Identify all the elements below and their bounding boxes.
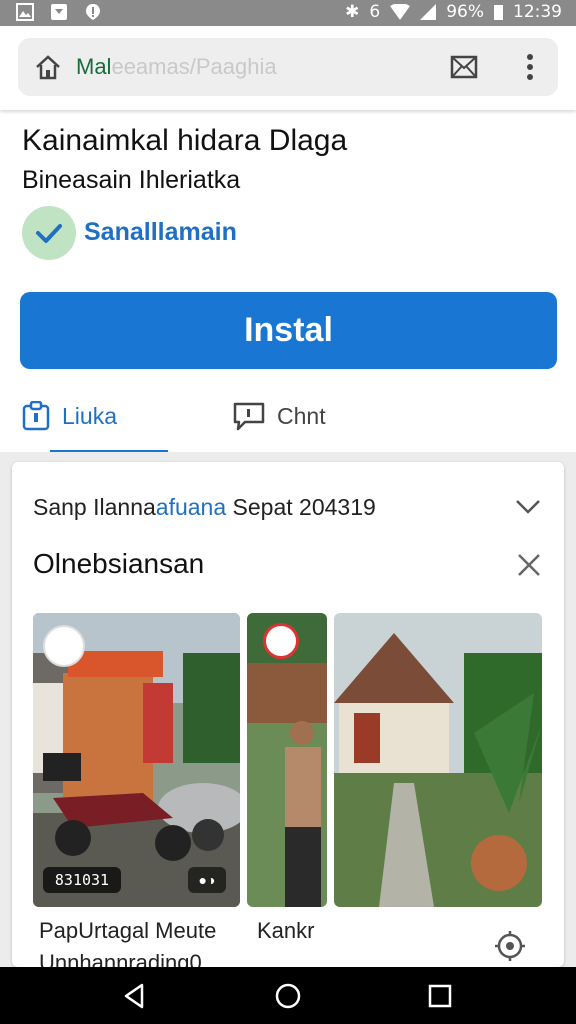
signal-icon <box>420 4 437 20</box>
close-icon[interactable] <box>516 552 542 578</box>
image-notification-icon <box>16 3 34 21</box>
wifi-icon <box>390 4 411 20</box>
photo-street-motorcycle[interactable]: 831031 ●◑ <box>33 613 240 907</box>
photo-house-image <box>334 613 542 907</box>
url-domain: Mal <box>76 54 112 79</box>
card-heading: Olnebsiansan <box>33 548 205 579</box>
alert-notification-icon <box>86 4 100 20</box>
chevron-down-icon[interactable] <box>514 496 542 516</box>
vibrate-icon: 6 <box>369 2 381 22</box>
battery-text: 96% <box>446 2 484 22</box>
tab-details[interactable]: Liuka <box>22 396 117 436</box>
recents-icon[interactable] <box>425 981 455 1011</box>
checkmark-icon <box>36 224 62 243</box>
message-notification-icon <box>51 4 67 20</box>
url-text[interactable]: Maleeamas/Paaghia <box>76 54 277 80</box>
date-suffix: Sepat 204319 <box>226 494 376 520</box>
photo-house-garden[interactable] <box>334 613 542 907</box>
app-title: Kainaimkal hidara Dlaga <box>22 124 348 157</box>
camera-icon: ●◑ <box>188 867 226 893</box>
photo-caption-1: PapUrtagal Meute <box>39 918 217 943</box>
clock: 12:39 <box>513 2 562 22</box>
install-button[interactable]: Instal <box>20 292 557 369</box>
browser-toolbar: Maleeamas/Paaghia <box>0 26 576 110</box>
url-path: eeamas/Paaghia <box>111 54 277 79</box>
date-prefix: Sanp Ilanna <box>33 494 156 520</box>
tab-chat[interactable]: Chnt <box>233 396 326 436</box>
app-developer: Bineasain Ihleriatka <box>22 166 241 194</box>
back-icon[interactable] <box>120 981 150 1011</box>
verified-label: Sanalllamain <box>84 218 237 246</box>
date-highlight: afuana <box>155 494 227 520</box>
info-card: Sanp Ilannaafuana Sepat 204319 Olnebsian… <box>12 462 564 967</box>
tabs-icon[interactable] <box>450 54 478 80</box>
no-entry-sign-icon <box>263 623 299 659</box>
user-avatar <box>43 625 85 667</box>
verified-badge <box>22 206 76 260</box>
home-icon[interactable] <box>34 54 62 80</box>
url-bar[interactable]: Maleeamas/Paaghia <box>18 38 558 96</box>
tab-chat-label: Chnt <box>277 402 326 429</box>
status-bar: ✱ 6 96% 12:39 <box>0 0 576 26</box>
photo-count-chip: 831031 <box>43 867 121 893</box>
home-nav-icon[interactable] <box>273 981 303 1011</box>
chat-icon <box>233 402 265 431</box>
clipboard-icon <box>22 401 50 431</box>
more-options-icon[interactable] <box>524 52 536 82</box>
photo-caption-2: Kankr <box>257 918 315 943</box>
settings-icon[interactable] <box>492 928 528 964</box>
card-date: Sanp Ilannaafuana Sepat 204319 <box>33 494 376 521</box>
system-nav-bar <box>0 967 576 1024</box>
photo-man-portrait[interactable] <box>247 613 327 907</box>
bluetooth-icon: ✱ <box>345 2 360 22</box>
photo-caption-3: Unnhannrading0 <box>39 950 202 967</box>
tab-details-label: Liuka <box>62 402 117 429</box>
battery-icon <box>494 4 503 20</box>
